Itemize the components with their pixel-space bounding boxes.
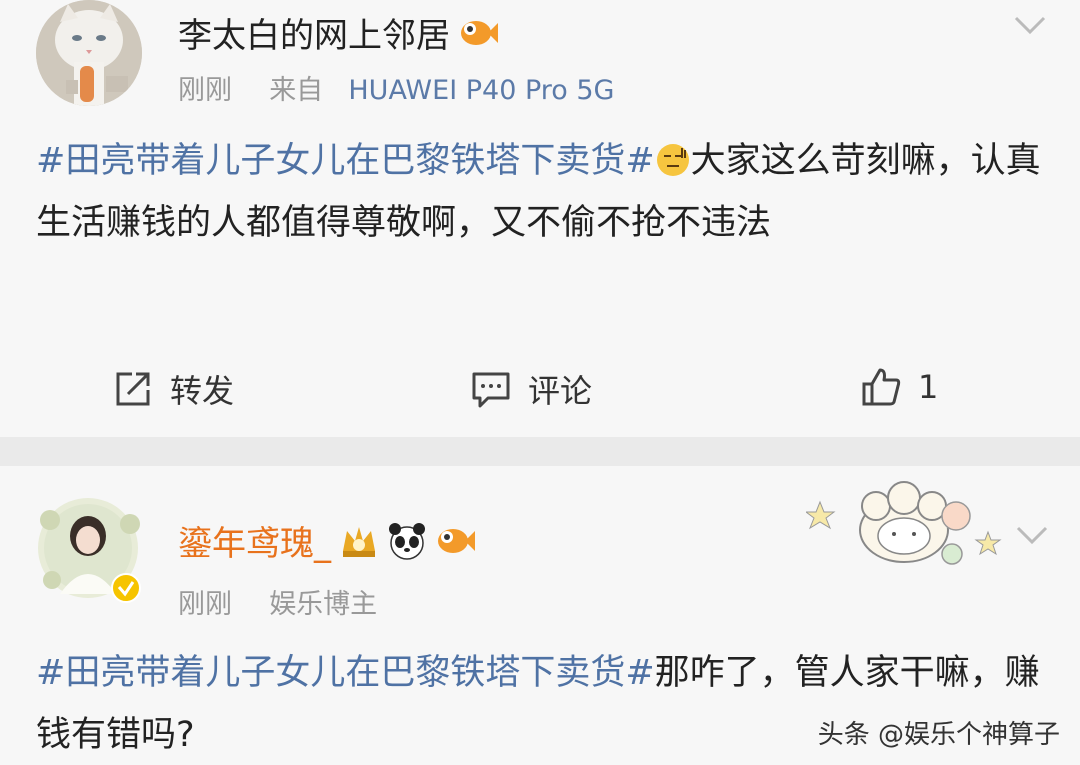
user-role: 娱乐博主 — [269, 589, 378, 620]
weibo-post-1: 李太白的网上邻居 刚刚 来自 HUAWEI P40 Pro 5G #田亮带着儿子… — [0, 0, 1080, 437]
repost-button[interactable]: 转发 — [112, 366, 234, 412]
username-row: 李太白的网上邻居 — [178, 8, 498, 57]
action-bar: 转发 评论 1 — [0, 360, 1080, 420]
chevron-down-icon[interactable] — [1010, 6, 1050, 46]
repost-label: 转发 — [170, 372, 235, 410]
comment-label: 评论 — [528, 372, 593, 410]
fish-badge-icon[interactable] — [435, 521, 475, 561]
cat-avatar-icon — [36, 0, 142, 106]
verified-badge-icon — [111, 573, 141, 603]
like-count: 1 — [918, 368, 939, 406]
username[interactable]: 鎏年鸢瑰_ — [178, 516, 331, 565]
post-meta: 刚刚 来自 HUAWEI P40 Pro 5G — [178, 68, 614, 107]
device-name[interactable]: HUAWEI P40 Pro 5G — [348, 75, 614, 106]
sheep-decoration-icon — [806, 481, 1002, 565]
post-time: 刚刚 — [178, 589, 232, 620]
watermark: 头条 @娱乐个神算子 — [817, 720, 1060, 750]
panda-badge-icon[interactable] — [387, 521, 427, 561]
post-time: 刚刚 — [178, 75, 232, 106]
source-prefix: 来自 — [269, 75, 324, 106]
chevron-down-icon[interactable] — [1012, 516, 1052, 556]
crown-badge-icon[interactable] — [339, 521, 379, 561]
username-row: 鎏年鸢瑰_ — [178, 516, 475, 565]
fish-badge-icon[interactable] — [458, 13, 498, 53]
post-meta: 刚刚 娱乐博主 — [178, 582, 377, 621]
topic-link[interactable]: #田亮带着儿子女儿在巴黎铁塔下卖货# — [36, 653, 655, 693]
repost-icon — [116, 372, 150, 406]
wry-face-emoji-icon — [656, 144, 689, 176]
avatar[interactable] — [30, 490, 146, 606]
like-button[interactable]: 1 — [860, 366, 938, 408]
avatar[interactable] — [36, 0, 142, 106]
comment-icon — [472, 372, 510, 408]
like-icon — [862, 368, 901, 406]
username[interactable]: 李太白的网上邻居 — [178, 8, 450, 57]
topic-link[interactable]: #田亮带着儿子女儿在巴黎铁塔下卖货# — [36, 141, 655, 181]
comment-button[interactable]: 评论 — [470, 366, 592, 412]
post-content: #田亮带着儿子女儿在巴黎铁塔下卖货# 大家这么苛刻嘛，认真生活赚钱的人都值得尊敬… — [36, 130, 1046, 254]
post-divider — [0, 437, 1080, 466]
